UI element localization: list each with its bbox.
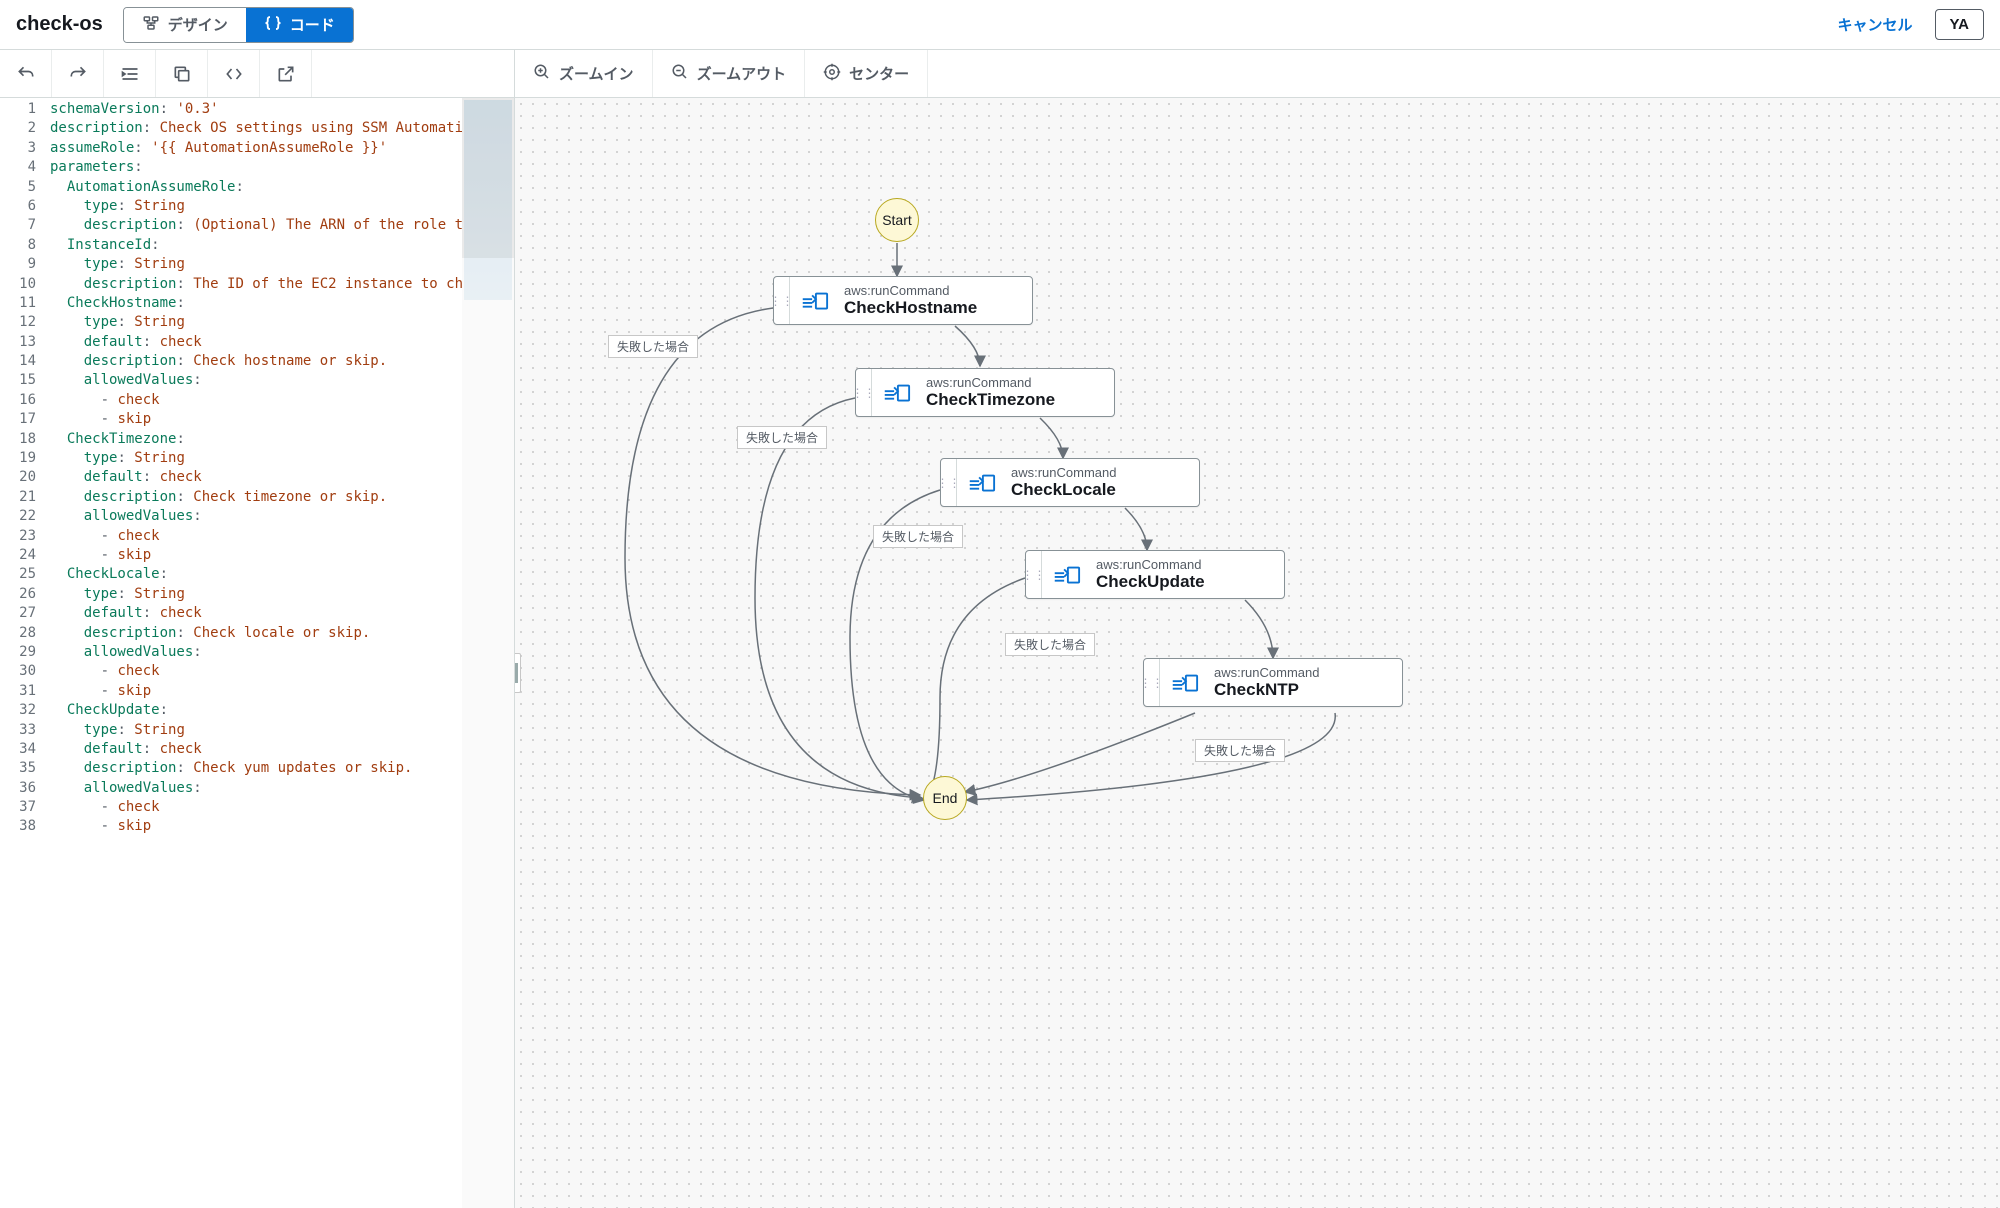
zoom-out-icon <box>671 63 689 85</box>
fail-label-3: 失敗した場合 <box>873 525 963 548</box>
header-bar: check-os デザイン コード キャンセル YA <box>0 0 2000 50</box>
tab-code[interactable]: コード <box>246 8 353 42</box>
end-label: End <box>933 790 958 806</box>
start-label: Start <box>882 212 912 228</box>
line-gutter: 1234567891011121314151617181920212223242… <box>0 98 50 1208</box>
design-icon <box>142 14 160 36</box>
minimap[interactable] <box>462 98 514 1208</box>
runcommand-icon <box>1160 659 1208 706</box>
zoom-in-button[interactable]: ズームイン <box>515 50 653 97</box>
start-node[interactable]: Start <box>875 198 919 242</box>
workflow-canvas[interactable]: Start ⋮⋮aws:runCommandCheckHostname⋮⋮aws… <box>515 98 2000 1208</box>
tab-code-label: コード <box>290 14 335 35</box>
workflow-node-checktimezone[interactable]: ⋮⋮ aws:runCommandCheckTimezone <box>855 368 1115 417</box>
workflow-node-checkupdate[interactable]: ⋮⋮ aws:runCommandCheckUpdate <box>1025 550 1285 599</box>
fail-label-5: 失敗した場合 <box>1195 739 1285 762</box>
fail-label-4: 失敗した場合 <box>1005 633 1095 656</box>
runcommand-icon <box>790 277 838 324</box>
center-icon <box>823 63 841 85</box>
center-label: センター <box>849 63 909 84</box>
drag-handle-icon[interactable]: ⋮⋮ <box>774 277 790 324</box>
drag-handle-icon[interactable]: ⋮⋮ <box>1144 659 1160 706</box>
node-name: CheckLocale <box>1011 480 1117 500</box>
node-name: CheckNTP <box>1214 680 1320 700</box>
code-content[interactable]: schemaVersion: '0.3'description: Check O… <box>50 98 462 1208</box>
tab-design[interactable]: デザイン <box>124 8 246 42</box>
document-title: check-os <box>16 13 103 36</box>
drag-handle-icon[interactable]: ⋮⋮ <box>941 459 957 506</box>
open-external-button[interactable] <box>260 50 312 97</box>
code-editor[interactable]: 1234567891011121314151617181920212223242… <box>0 98 514 1208</box>
node-type: aws:runCommand <box>1214 665 1320 680</box>
runcommand-icon <box>957 459 1005 506</box>
brackets-button[interactable] <box>208 50 260 97</box>
zoom-in-icon <box>533 63 551 85</box>
center-button[interactable]: センター <box>805 50 928 97</box>
drag-handle-icon[interactable]: ⋮⋮ <box>1026 551 1042 598</box>
runcommand-icon <box>872 369 920 416</box>
cancel-button[interactable]: キャンセル <box>1828 8 1923 41</box>
node-name: CheckUpdate <box>1096 572 1205 592</box>
node-type: aws:runCommand <box>1011 465 1117 480</box>
node-name: CheckHostname <box>844 298 977 318</box>
fail-label-2: 失敗した場合 <box>737 426 827 449</box>
graph-pane: ズームイン ズームアウト センター <box>515 50 2000 1208</box>
workflow-node-checkntp[interactable]: ⋮⋮ aws:runCommandCheckNTP <box>1143 658 1403 707</box>
drag-handle-icon[interactable]: ⋮⋮ <box>856 369 872 416</box>
zoom-in-label: ズームイン <box>559 63 634 84</box>
runcommand-icon <box>1042 551 1090 598</box>
node-type: aws:runCommand <box>1096 557 1205 572</box>
undo-button[interactable] <box>0 50 52 97</box>
node-type: aws:runCommand <box>844 283 977 298</box>
zoom-out-label: ズームアウト <box>697 63 787 84</box>
graph-edges <box>515 98 2000 1208</box>
redo-button[interactable] <box>52 50 104 97</box>
node-name: CheckTimezone <box>926 390 1055 410</box>
indent-button[interactable] <box>104 50 156 97</box>
fail-label-1: 失敗した場合 <box>608 335 698 358</box>
view-toggle: デザイン コード <box>123 7 354 43</box>
graph-toolbar: ズームイン ズームアウト センター <box>515 50 2000 98</box>
copy-button[interactable] <box>156 50 208 97</box>
code-icon <box>264 14 282 36</box>
code-toolbar <box>0 50 514 98</box>
end-node[interactable]: End <box>923 776 967 820</box>
code-pane: 1234567891011121314151617181920212223242… <box>0 50 515 1208</box>
tab-design-label: デザイン <box>168 14 228 35</box>
zoom-out-button[interactable]: ズームアウト <box>653 50 806 97</box>
yaml-button[interactable]: YA <box>1935 9 1984 40</box>
workflow-node-checkhostname[interactable]: ⋮⋮ aws:runCommandCheckHostname <box>773 276 1033 325</box>
workflow-node-checklocale[interactable]: ⋮⋮ aws:runCommandCheckLocale <box>940 458 1200 507</box>
node-type: aws:runCommand <box>926 375 1055 390</box>
